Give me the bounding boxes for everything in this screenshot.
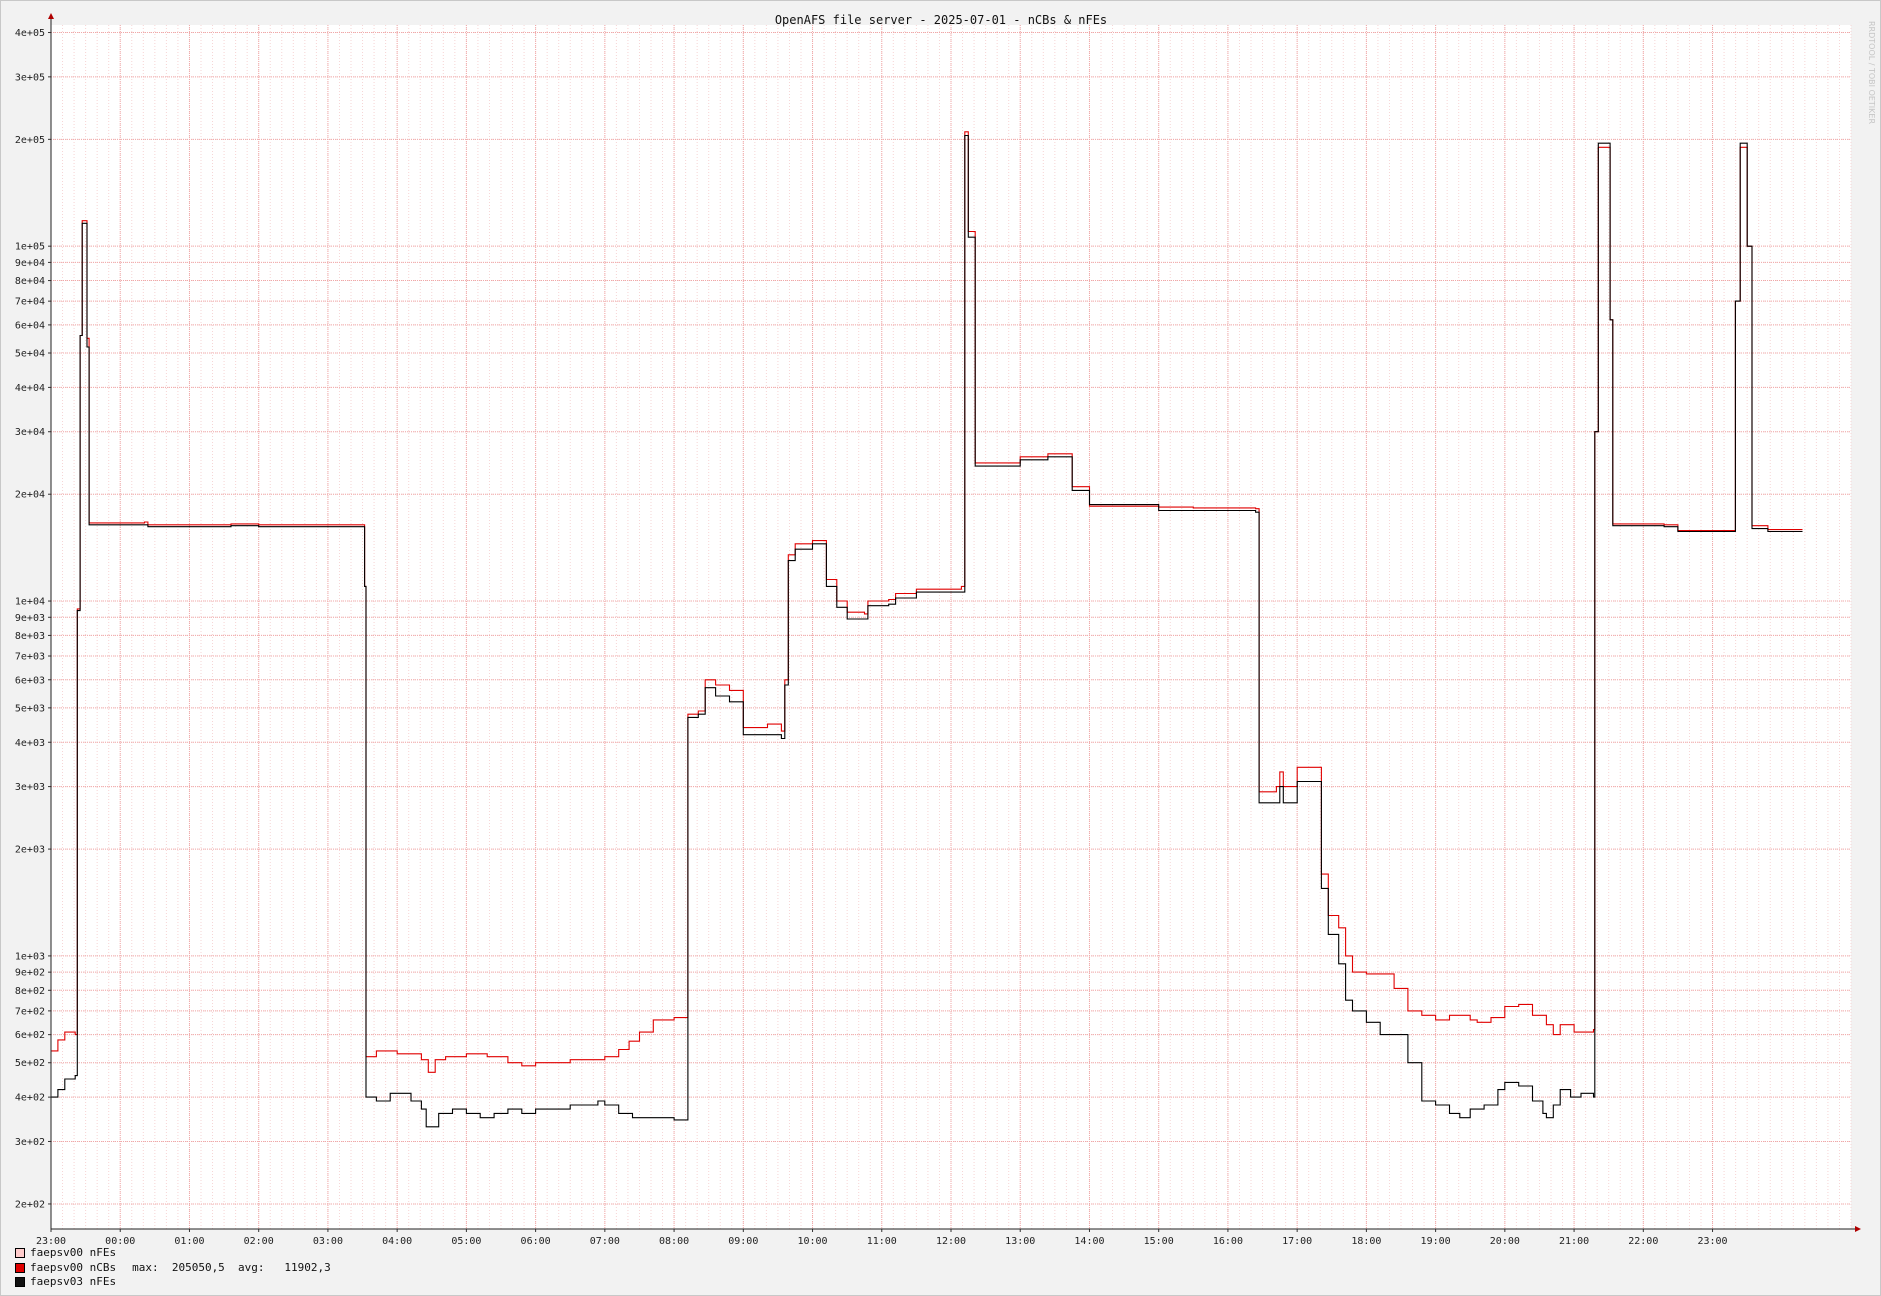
x-tick-label: 13:00 (1005, 1236, 1035, 1247)
legend-label-1: faepsv00 nCBs (30, 1260, 117, 1274)
watermark: RRDTOOL / TOBI OETIKER (1867, 21, 1876, 125)
y-tick-label: 3e+05 (15, 72, 45, 83)
y-tick-label: 9e+03 (15, 613, 45, 624)
y-tick-label: 7e+03 (15, 652, 45, 663)
x-tick-label: 22:00 (1628, 1236, 1658, 1247)
legend-label-2: faepsv03 nFEs (30, 1275, 117, 1288)
x-tick-label: 08:00 (659, 1236, 689, 1247)
x-tick-label: 23:00 (1697, 1236, 1727, 1247)
legend-swatch-0 (15, 1248, 25, 1259)
y-tick-label: 9e+04 (15, 258, 45, 269)
x-tick-label: 05:00 (451, 1236, 481, 1247)
legend-stats: max: 205050,5 avg: 11902,3 (132, 1260, 331, 1274)
x-tick-label: 10:00 (797, 1236, 827, 1247)
x-tick-label: 19:00 (1421, 1236, 1451, 1247)
y-tick-label: 3e+02 (15, 1137, 45, 1148)
y-tick-label: 1e+04 (15, 597, 45, 608)
y-tick-label: 2e+04 (15, 490, 45, 501)
legend-swatch-1 (15, 1262, 25, 1273)
chart-svg: 4e+05 3e+05 2e+05 1e+05 9e+04 8e+04 7e+04 6e+04… (15, 13, 1861, 1247)
y-tick-label: 6e+03 (15, 675, 45, 686)
x-tick-label: 21:00 (1559, 1236, 1589, 1247)
y-tick-label: 7e+02 (15, 1006, 45, 1017)
y-tick-label: 3e+03 (15, 782, 45, 793)
y-tick-label: 9e+02 (15, 968, 45, 979)
legend-entry: faepsv00 nFEs (15, 1246, 331, 1261)
x-tick-label: 16:00 (1213, 1236, 1243, 1247)
x-tick-label: 06:00 (521, 1236, 551, 1247)
chart-frame: 4e+05 3e+05 2e+05 1e+05 9e+04 8e+04 7e+04 6e+04… (0, 0, 1881, 1296)
legend-entry: faepsv00 nCBs max: 205050,5 avg: 11902,3 (15, 1261, 331, 1276)
y-tick-label: 2e+03 (15, 845, 45, 856)
x-tick-label: 07:00 (590, 1236, 620, 1247)
x-tick-label: 04:00 (382, 1236, 412, 1247)
x-tick-label: 11:00 (867, 1236, 897, 1247)
x-tick-label: 14:00 (1074, 1236, 1104, 1247)
legend-swatch-2 (15, 1277, 25, 1288)
y-tick-label: 5e+04 (15, 348, 45, 359)
x-axis-arrow (1855, 1226, 1861, 1232)
y-tick-label: 4e+03 (15, 738, 45, 749)
x-tick-label: 12:00 (936, 1236, 966, 1247)
y-tick-label: 8e+04 (15, 276, 45, 287)
y-tick-label: 7e+04 (15, 297, 45, 308)
y-axis-arrow (48, 13, 54, 19)
y-tick-label: 4e+02 (15, 1093, 45, 1104)
y-tick-label: 6e+04 (15, 320, 45, 331)
x-tick-label: 20:00 (1490, 1236, 1520, 1247)
x-tick-label: 09:00 (728, 1236, 758, 1247)
y-tick-label: 6e+02 (15, 1030, 45, 1041)
y-tick-label: 4e+05 (15, 28, 45, 39)
y-tick-label: 2e+02 (15, 1199, 45, 1210)
y-tick-label: 1e+03 (15, 951, 45, 962)
y-tick-label: 4e+04 (15, 383, 45, 394)
x-tick-label: 18:00 (1351, 1236, 1381, 1247)
y-tick-label: 1e+05 (15, 242, 45, 253)
legend-label-0: faepsv00 nFEs (30, 1246, 117, 1259)
x-tick-label: 17:00 (1282, 1236, 1312, 1247)
y-tick-label: 5e+02 (15, 1058, 45, 1069)
y-tick-label: 2e+05 (15, 135, 45, 146)
x-tick-label: 15:00 (1144, 1236, 1174, 1247)
legend-entry: faepsv03 nFEs (15, 1275, 331, 1290)
chart-title: OpenAFS file server - 2025-07-01 - nCBs … (775, 13, 1107, 27)
y-tick-label: 8e+02 (15, 986, 45, 997)
y-tick-label: 8e+03 (15, 631, 45, 642)
y-tick-label: 5e+03 (15, 703, 45, 714)
legend: faepsv00 nFEs faepsv00 nCBs max: 205050,… (15, 1246, 331, 1290)
y-tick-label: 3e+04 (15, 427, 45, 438)
